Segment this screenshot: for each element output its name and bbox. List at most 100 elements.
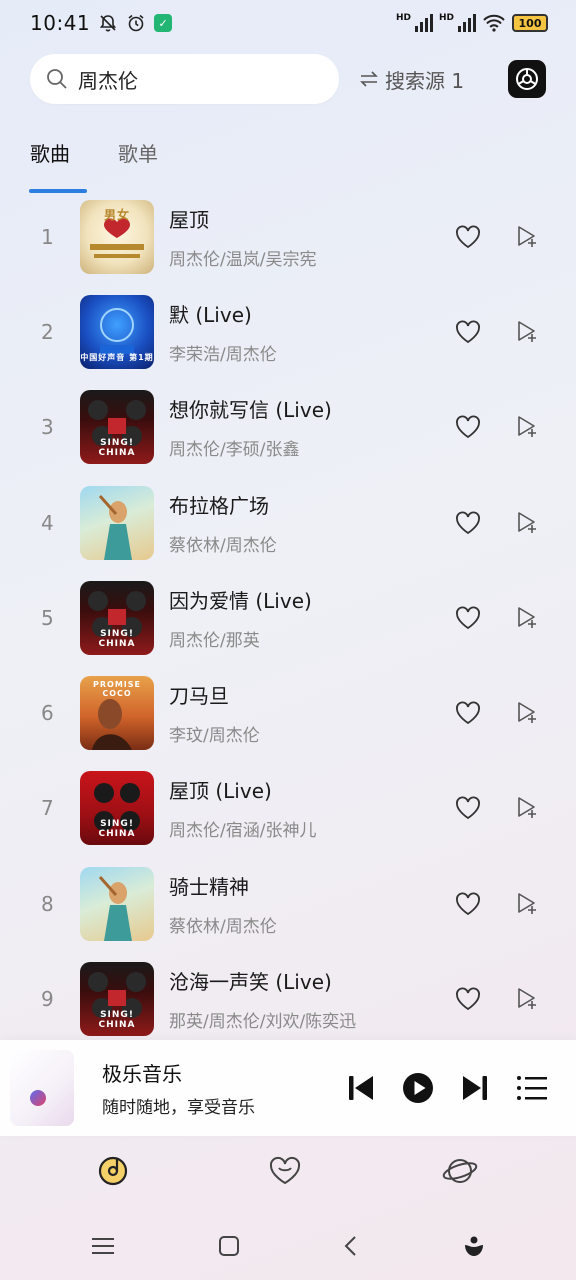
add-to-playlist-icon[interactable]	[514, 986, 540, 1012]
status-right: HD HD 100	[396, 13, 548, 33]
battery-icon: 100	[512, 14, 548, 32]
tab-songs[interactable]: 歌曲	[29, 138, 87, 193]
alarm-icon	[128, 14, 144, 32]
song-title: 沧海一声笑 (Live)	[169, 970, 332, 995]
song-index: 6	[41, 701, 54, 726]
song-row[interactable]: 4 布拉格广场 蔡依林/周杰伦	[0, 475, 576, 570]
add-to-playlist-icon[interactable]	[514, 795, 540, 821]
heart-icon[interactable]	[268, 1156, 302, 1186]
add-to-playlist-icon[interactable]	[514, 224, 540, 250]
song-row[interactable]: 3 SING! CHINA 想你就写信 (Live) 周杰伦/李硕/张鑫	[0, 380, 576, 475]
hd-icon: HD	[395, 13, 411, 23]
song-row[interactable]: 6 PROMISE COCO 刀马旦 李玟/周杰伦	[0, 665, 576, 760]
album-cover: SING! CHINA	[80, 962, 154, 1037]
album-cover	[80, 866, 154, 941]
song-index: 8	[41, 891, 54, 916]
song-info: 骑士精神 蔡依林/周杰伦	[169, 871, 439, 937]
back-icon[interactable]	[341, 1234, 361, 1258]
cover-text: SING! CHINA	[98, 438, 136, 459]
previous-icon[interactable]	[346, 1073, 376, 1103]
song-title: 布拉格广场	[169, 493, 269, 518]
song-artist: 蔡依林/周杰伦	[169, 535, 277, 556]
song-index: 4	[41, 510, 54, 535]
song-row[interactable]: 1 男女 屋顶 周杰伦/温岚/吴宗宪	[0, 189, 576, 284]
search-source-label: 搜索源 1	[385, 68, 465, 93]
heart-icon[interactable]	[454, 605, 482, 631]
song-row[interactable]: 2 中国好声音 第1期 默 (Live) 李荣浩/周杰伦	[0, 284, 576, 379]
add-to-playlist-icon[interactable]	[514, 510, 540, 536]
song-actions	[454, 761, 540, 856]
song-info: 屋顶 周杰伦/温岚/吴宗宪	[169, 204, 439, 270]
song-actions	[454, 284, 540, 379]
assistant-icon[interactable]	[462, 1234, 486, 1258]
song-artist: 周杰伦/温岚/吴宗宪	[169, 249, 317, 270]
song-row[interactable]: 9 SING! CHINA 沧海一声笑 (Live) 那英/周杰伦/刘欢/陈奕迅	[0, 951, 576, 1046]
signal-icon	[458, 14, 476, 32]
cover-text: SING! CHINA	[98, 1010, 136, 1031]
heart-icon[interactable]	[454, 700, 482, 726]
add-to-playlist-icon[interactable]	[514, 319, 540, 345]
bottom-nav	[0, 1136, 576, 1206]
song-info: 想你就写信 (Live) 周杰伦/李硕/张鑫	[169, 394, 439, 460]
menu-icon[interactable]	[90, 1235, 116, 1257]
search-input[interactable]: 周杰伦	[30, 54, 339, 104]
heart-icon[interactable]	[454, 510, 482, 536]
music-disc-icon[interactable]	[97, 1155, 129, 1187]
song-title: 想你就写信 (Live)	[169, 398, 332, 423]
album-cover	[80, 485, 154, 560]
mini-player[interactable]: 极乐音乐 随时随地，享受音乐	[0, 1040, 576, 1136]
tab-playlists[interactable]: 歌单	[118, 138, 158, 185]
player-title: 极乐音乐	[102, 1062, 182, 1086]
heart-icon[interactable]	[454, 891, 482, 917]
song-row[interactable]: 8 骑士精神 蔡依林/周杰伦	[0, 856, 576, 951]
add-to-playlist-icon[interactable]	[514, 414, 540, 440]
next-icon[interactable]	[460, 1073, 490, 1103]
system-nav	[0, 1216, 576, 1276]
signal-icon	[414, 14, 433, 32]
song-row[interactable]: 7 SING! CHINA 屋顶 (Live) 周杰伦/宿涵/张神儿	[0, 761, 576, 856]
song-actions	[454, 951, 540, 1046]
song-artist: 李玟/周杰伦	[169, 726, 260, 747]
search-icon	[47, 69, 67, 89]
song-title: 屋顶	[169, 207, 209, 232]
cover-text: 男女	[103, 207, 130, 222]
home-icon[interactable]	[217, 1234, 241, 1258]
add-to-playlist-icon[interactable]	[514, 605, 540, 631]
album-cover: PROMISE COCO	[80, 676, 154, 751]
song-artist: 李荣浩/周杰伦	[169, 344, 277, 365]
heart-icon[interactable]	[454, 224, 482, 250]
song-index: 7	[41, 796, 54, 821]
search-value: 周杰伦	[78, 68, 138, 93]
album-cover: 中国好声音 第1期	[80, 294, 154, 369]
song-artist: 周杰伦/宿涵/张神儿	[169, 821, 317, 842]
heart-icon[interactable]	[454, 414, 482, 440]
status-left: 10:41 ✓	[30, 11, 173, 35]
add-to-playlist-icon[interactable]	[514, 700, 540, 726]
song-actions	[454, 665, 540, 760]
heart-icon[interactable]	[454, 795, 482, 821]
search-row: 周杰伦 搜索源 1	[30, 54, 546, 104]
planet-icon[interactable]	[441, 1155, 479, 1187]
add-to-playlist-icon[interactable]	[514, 891, 540, 917]
song-index: 3	[41, 415, 54, 440]
wifi-icon	[483, 14, 505, 32]
hd-icon: HD	[438, 13, 454, 23]
song-info: 刀马旦 李玟/周杰伦	[169, 680, 439, 746]
song-index: 9	[41, 987, 54, 1012]
status-bar: 10:41 ✓ HD HD 100	[0, 0, 576, 46]
song-title: 默 (Live)	[169, 302, 252, 327]
song-actions	[454, 380, 540, 475]
play-icon[interactable]	[402, 1072, 434, 1104]
playlist-icon[interactable]	[516, 1074, 548, 1102]
heart-icon[interactable]	[454, 319, 482, 345]
cover-text: SING! CHINA	[98, 628, 136, 649]
song-actions	[454, 475, 540, 570]
shield-icon: ✓	[154, 14, 173, 32]
song-title: 骑士精神	[169, 874, 249, 899]
bell-off-icon	[100, 15, 117, 32]
song-row[interactable]: 5 SING! CHINA 因为爱情 (Live) 周杰伦/那英	[0, 570, 576, 665]
heart-icon[interactable]	[454, 986, 482, 1012]
search-source-button[interactable]: 搜索源 1	[359, 65, 464, 94]
settings-button[interactable]	[508, 60, 546, 98]
song-artist: 周杰伦/李硕/张鑫	[169, 440, 300, 461]
